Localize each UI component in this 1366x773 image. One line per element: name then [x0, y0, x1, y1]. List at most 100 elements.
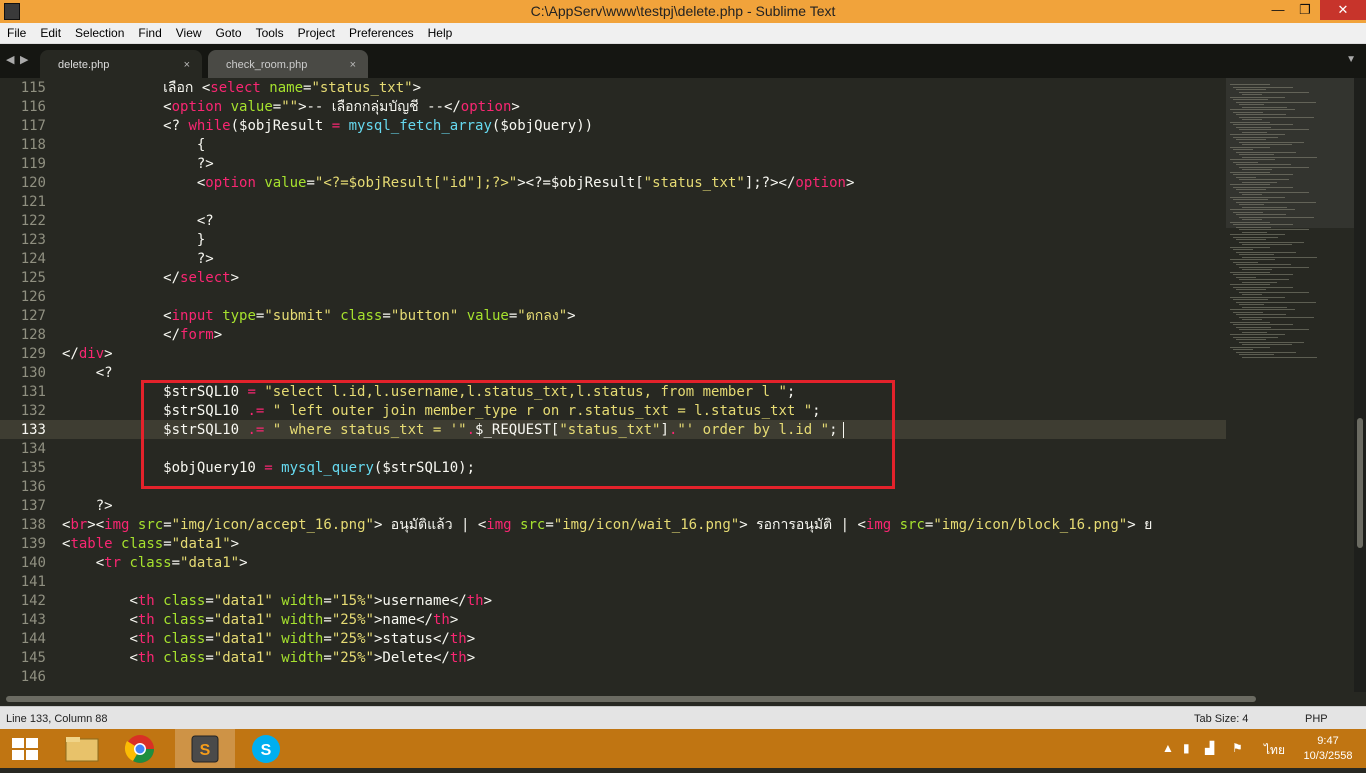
code-line[interactable]: <option value="<?=$objResult["id"];?>"><…	[62, 174, 855, 193]
code-token-attr: class	[163, 612, 206, 628]
code-token-punc: </	[449, 593, 467, 609]
close-window-button[interactable]: ✕	[1320, 0, 1366, 20]
menu-project[interactable]: Project	[291, 23, 342, 41]
code-line[interactable]: {	[62, 136, 205, 155]
menu-tools[interactable]: Tools	[249, 23, 291, 41]
code-line[interactable]: <table class="data1">	[62, 535, 239, 554]
code-line[interactable]: <th class="data1" width="25%">status</th…	[62, 630, 475, 649]
syntax-selector[interactable]: PHP	[1305, 713, 1328, 725]
menu-file[interactable]: File	[0, 23, 33, 41]
menu-preferences[interactable]: Preferences	[342, 23, 421, 41]
show-hidden-icons[interactable]: ▲	[1162, 741, 1174, 755]
start-button-icon[interactable]	[12, 738, 38, 760]
minimap-line	[1236, 226, 1271, 228]
system-clock[interactable]: 9:47 10/3/2558	[1298, 734, 1358, 764]
code-line[interactable]: เลือก <select name="status_txt">	[62, 79, 421, 98]
code-line[interactable]: <tr class="data1">	[62, 554, 248, 573]
tab-scroll-right-icon[interactable]: ▶	[20, 53, 28, 66]
code-token-str: "data1"	[180, 555, 240, 571]
code-line[interactable]: ?>	[62, 497, 113, 516]
line-number: 126	[20, 289, 46, 305]
tab-delete-php[interactable]: delete.php ×	[40, 50, 202, 78]
horizontal-scrollbar[interactable]	[0, 692, 1366, 706]
tab-close-icon[interactable]: ×	[350, 52, 356, 78]
minimap-line	[1230, 221, 1270, 223]
code-line[interactable]: <?	[62, 364, 113, 383]
minimap-line	[1230, 321, 1270, 323]
code-line[interactable]: }	[62, 231, 205, 250]
menu-help[interactable]: Help	[421, 23, 460, 41]
code-token-punc: =	[205, 593, 214, 609]
menu-selection[interactable]: Selection	[68, 23, 131, 41]
code-line[interactable]: <th class="data1" width="15%">username</…	[62, 592, 492, 611]
line-number: 138	[20, 517, 46, 533]
menu-goto[interactable]: Goto	[209, 23, 249, 41]
minimap-line	[1236, 239, 1266, 240]
cursor-position: Line 133, Column 88	[6, 713, 108, 725]
line-number: 136	[20, 479, 46, 495]
code-token-tag: select	[210, 80, 261, 96]
skype-icon[interactable]: S	[236, 729, 296, 768]
minimap-line	[1230, 121, 1270, 123]
code-line[interactable]: <br><img src="img/icon/accept_16.png"> อ…	[62, 516, 1152, 535]
code-line[interactable]: </form>	[62, 326, 222, 345]
code-line[interactable]: ?>	[62, 250, 214, 269]
chrome-icon[interactable]	[110, 729, 170, 768]
minimap-line	[1233, 86, 1293, 88]
code-token-tag: table	[70, 536, 113, 552]
code-line[interactable]: <?	[62, 212, 214, 231]
minimap-line	[1239, 91, 1309, 93]
network-icon[interactable]: ▟	[1205, 741, 1214, 755]
minimap-line	[1239, 291, 1309, 293]
minimap-line	[1233, 174, 1293, 175]
maximize-button[interactable]: ❐	[1291, 0, 1319, 20]
tab-check-room-php[interactable]: check_room.php ×	[208, 50, 368, 78]
code-token-punc: </	[432, 631, 450, 647]
code-token-attr: type	[222, 308, 256, 324]
code-line[interactable]: <th class="data1" width="25%">Delete</th…	[62, 649, 475, 668]
tab-dropdown-icon[interactable]: ▼	[1346, 54, 1356, 65]
code-token-punc: >	[511, 99, 520, 115]
code-token-punc: >	[567, 308, 576, 324]
tab-scroll-left-icon[interactable]: ◀	[6, 53, 14, 66]
sublime-text-icon[interactable]: S	[175, 729, 235, 768]
minimap-line	[1230, 259, 1275, 260]
code-line[interactable]: </select>	[62, 269, 239, 288]
minimap[interactable]	[1226, 78, 1354, 692]
battery-icon[interactable]: ▮	[1183, 741, 1190, 755]
vertical-scrollbar[interactable]	[1354, 78, 1366, 692]
file-explorer-icon[interactable]	[52, 729, 112, 768]
code-token-punc: >	[1127, 517, 1136, 533]
code-line[interactable]: ?>	[62, 155, 214, 174]
code-line[interactable]: <? while($objResult = mysql_fetch_array(…	[62, 117, 593, 136]
code-line[interactable]: <input type="submit" class="button" valu…	[62, 307, 576, 326]
code-line[interactable]: <option value="">-- เลือกกลุ่มบัญชี --</…	[62, 98, 520, 117]
horizontal-scroll-thumb[interactable]	[6, 696, 1256, 702]
tab-size-selector[interactable]: Tab Size: 4	[1194, 713, 1248, 725]
tab-close-icon[interactable]: ×	[184, 52, 190, 78]
flag-icon[interactable]: ⚑	[1232, 741, 1243, 755]
code-token-text: -- เลือกกลุ่มบัญชี --	[306, 99, 444, 115]
minimap-line	[1239, 216, 1314, 218]
minimize-button[interactable]: —	[1264, 0, 1292, 20]
menu-edit[interactable]: Edit	[33, 23, 68, 41]
vertical-scroll-thumb[interactable]	[1357, 418, 1363, 548]
code-line[interactable]: <th class="data1" width="25%">name</th>	[62, 611, 458, 630]
language-indicator[interactable]: ไทย	[1264, 741, 1285, 760]
menu-find[interactable]: Find	[131, 23, 168, 41]
minimap-line	[1242, 156, 1317, 158]
menu-view[interactable]: View	[169, 23, 209, 41]
line-number: 131	[20, 384, 46, 400]
code-line[interactable]: </div>	[62, 345, 113, 364]
minimap-line	[1239, 279, 1289, 280]
minimap-line	[1236, 114, 1286, 115]
line-number: 121	[20, 194, 46, 210]
code-editor[interactable]: 115 116 117 118 119 120 121 122 123 124 125 126 127 1…	[0, 78, 1226, 692]
code-token-punc: =	[205, 631, 214, 647]
minimap-viewport[interactable]	[1226, 78, 1354, 228]
